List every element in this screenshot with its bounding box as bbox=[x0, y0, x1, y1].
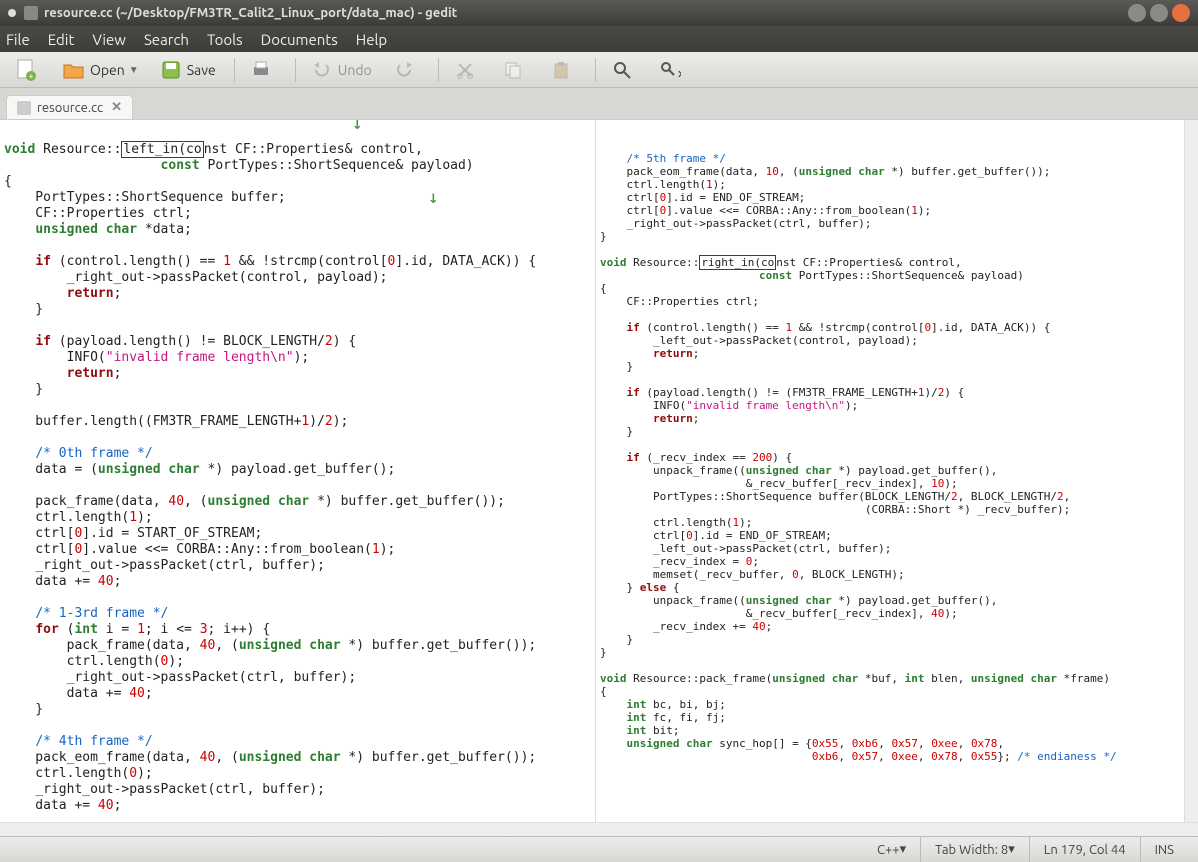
open-label: Open bbox=[90, 62, 125, 78]
find-button[interactable] bbox=[602, 56, 646, 84]
toolbar-separator bbox=[295, 58, 296, 82]
tab-bar: resource.cc ✕ bbox=[0, 88, 1198, 120]
save-button[interactable]: Save bbox=[151, 56, 224, 84]
menu-search[interactable]: Search bbox=[144, 31, 189, 48]
undo-icon bbox=[310, 58, 334, 82]
copy-button[interactable] bbox=[493, 56, 537, 84]
new-document-button[interactable]: + bbox=[6, 56, 50, 84]
print-button[interactable] bbox=[241, 56, 285, 84]
search-icon bbox=[610, 58, 634, 82]
new-document-icon: + bbox=[14, 58, 38, 82]
folder-open-icon bbox=[62, 58, 86, 82]
undo-label: Undo bbox=[338, 62, 372, 78]
editor-right-pane[interactable]: /* 5th frame */ pack_eom_frame(data, 10,… bbox=[596, 120, 1198, 822]
tab-label: resource.cc bbox=[37, 101, 103, 115]
find-replace-icon: ✕ bbox=[658, 58, 682, 82]
menu-file[interactable]: File bbox=[6, 31, 30, 48]
editor-left-pane[interactable]: void Resource::left_in(const CF::Propert… bbox=[0, 120, 596, 822]
cut-icon bbox=[453, 58, 477, 82]
horizontal-scrollbar[interactable] bbox=[0, 822, 1198, 836]
paste-button[interactable] bbox=[541, 56, 585, 84]
chevron-down-icon: ▾ bbox=[900, 842, 907, 857]
annotation-arrow-icon: ↓ bbox=[352, 120, 363, 132]
print-icon bbox=[249, 58, 273, 82]
toolbar-separator bbox=[438, 58, 439, 82]
document-icon bbox=[24, 6, 38, 20]
toolbar: + Open ▼ Save Undo bbox=[0, 52, 1198, 88]
status-insert-mode[interactable]: INS bbox=[1140, 837, 1188, 862]
save-label: Save bbox=[187, 62, 216, 78]
menu-documents[interactable]: Documents bbox=[261, 31, 338, 48]
menu-tools[interactable]: Tools bbox=[207, 31, 243, 48]
chevron-down-icon: ▾ bbox=[1008, 842, 1015, 857]
status-cursor-position: Ln 179, Col 44 bbox=[1029, 837, 1140, 862]
minimize-button[interactable] bbox=[1128, 4, 1146, 22]
toolbar-separator bbox=[595, 58, 596, 82]
menu-view[interactable]: View bbox=[92, 31, 126, 48]
toolbar-separator bbox=[234, 58, 235, 82]
vertical-scrollbar[interactable] bbox=[1184, 120, 1198, 822]
menu-help[interactable]: Help bbox=[356, 31, 387, 48]
maximize-button[interactable] bbox=[1150, 4, 1168, 22]
status-tab-width[interactable]: Tab Width: 8 ▾ bbox=[920, 837, 1029, 862]
copy-icon bbox=[501, 58, 525, 82]
menu-edit[interactable]: Edit bbox=[48, 31, 75, 48]
editor-area[interactable]: void Resource::left_in(const CF::Propert… bbox=[0, 120, 1198, 822]
redo-icon bbox=[392, 58, 416, 82]
status-bar: C++ ▾ Tab Width: 8 ▾ Ln 179, Col 44 INS bbox=[0, 836, 1198, 862]
svg-text:+: + bbox=[28, 71, 33, 81]
menubar: File Edit View Search Tools Documents He… bbox=[0, 26, 1198, 52]
window-title: resource.cc (~/Desktop/FM3TR_Calit2_Linu… bbox=[44, 6, 1124, 20]
annotation-arrow-icon: ↓ bbox=[428, 190, 439, 206]
cut-button[interactable] bbox=[445, 56, 489, 84]
open-button[interactable]: Open ▼ bbox=[54, 56, 147, 84]
svg-text:✕: ✕ bbox=[677, 69, 681, 80]
undo-button[interactable]: Undo bbox=[302, 56, 380, 84]
save-icon bbox=[159, 58, 183, 82]
open-dropdown-icon[interactable]: ▼ bbox=[129, 64, 139, 76]
redo-button[interactable] bbox=[384, 56, 428, 84]
status-language[interactable]: C++ ▾ bbox=[863, 837, 920, 862]
tab-close-button[interactable]: ✕ bbox=[111, 100, 122, 115]
app-indicator-icon bbox=[8, 9, 16, 17]
tab-resource-cc[interactable]: resource.cc ✕ bbox=[6, 95, 133, 119]
file-icon bbox=[17, 101, 31, 115]
window-titlebar: resource.cc (~/Desktop/FM3TR_Calit2_Linu… bbox=[0, 0, 1198, 26]
paste-icon bbox=[549, 58, 573, 82]
find-replace-button[interactable]: ✕ bbox=[650, 56, 694, 84]
close-window-button[interactable] bbox=[1172, 4, 1190, 22]
